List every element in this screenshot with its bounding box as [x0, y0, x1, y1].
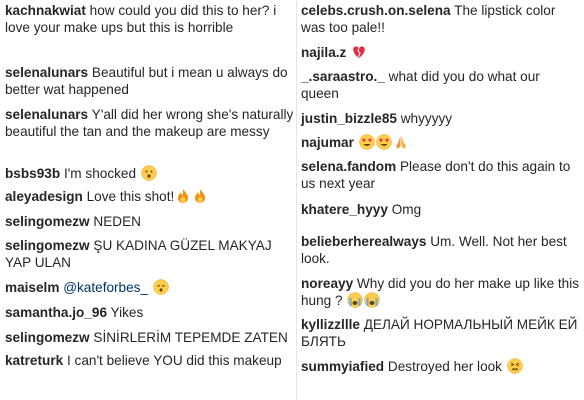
- comment-item: kachnakwiat how could you did this to he…: [5, 2, 295, 36]
- comment-username[interactable]: najumar: [301, 135, 354, 150]
- comment-item: khatere_hyyy Omg: [301, 201, 581, 218]
- comment-username[interactable]: selingomezw: [5, 330, 90, 345]
- comment-item: selingomezw NEDEN: [5, 213, 295, 230]
- comment-username[interactable]: khatere_hyyy: [301, 202, 388, 217]
- comment-item: selenalunars Y'all did her wrong she's n…: [5, 106, 295, 140]
- persevering-face-icon: [507, 358, 523, 374]
- heart-eyes-icon: [375, 134, 392, 150]
- comment-username[interactable]: kachnakwiat: [5, 3, 86, 18]
- comment-username[interactable]: kyllizzllle: [301, 317, 360, 332]
- comment-username[interactable]: celebs.crush.on.selena: [301, 3, 451, 18]
- hushed-face-icon: [141, 165, 157, 181]
- fire-icon: [192, 188, 208, 204]
- comment-mention-link[interactable]: @kateforbes_: [63, 280, 148, 295]
- comment-text: NEDEN: [93, 214, 141, 229]
- comment-username[interactable]: selingomezw: [5, 214, 90, 229]
- comment-item: selingomezw SİNİRLERİM TEPEMDE ZATEN: [5, 329, 295, 346]
- comment-text: I can't believe YOU did this makeup: [66, 353, 282, 368]
- comment-item: selingomezw ŞU KADINA GÜZEL MAKYAJ YAP U…: [5, 237, 295, 271]
- sleepy-face-icon: [153, 279, 169, 295]
- comment-item: bsbs93b I'm shocked: [5, 165, 295, 182]
- comment-item: justin_bizzle85 whyyyyy: [301, 110, 581, 127]
- comment-username[interactable]: selenalunars: [5, 107, 88, 122]
- comment-username[interactable]: maiselm: [5, 280, 59, 295]
- comment-item: summyiafied Destroyed her look: [301, 358, 581, 375]
- comment-username[interactable]: katreturk: [5, 353, 63, 368]
- crying-face-icon: [347, 292, 364, 308]
- column-divider: [296, 0, 297, 400]
- comment-username[interactable]: justin_bizzle85: [301, 111, 397, 126]
- comment-username[interactable]: _.saraastro._: [301, 69, 385, 84]
- folded-hands-icon: [393, 134, 409, 150]
- comment-item: belieberherealways Um. Well. Not her bes…: [301, 233, 581, 267]
- comment-text: Destroyed her look: [387, 359, 502, 374]
- fire-icon: [175, 188, 191, 204]
- comment-item: katreturk I can't believe YOU did this m…: [5, 352, 295, 369]
- comment-item: noreayy Why did you do her make up like …: [301, 275, 581, 309]
- comment-username[interactable]: bsbs93b: [5, 166, 60, 181]
- comment-item: aleyadesign Love this shot!: [5, 188, 295, 205]
- comment-item: najila.z: [301, 44, 581, 61]
- comment-username[interactable]: selenalunars: [5, 65, 88, 80]
- comment-text: Love this shot!: [86, 189, 175, 204]
- comment-username[interactable]: samantha.jo_96: [5, 305, 107, 320]
- comment-item: celebs.crush.on.selena The lipstick colo…: [301, 2, 581, 36]
- comment-username[interactable]: noreayy: [301, 276, 353, 291]
- comment-username[interactable]: najila.z: [301, 45, 346, 60]
- comment-username[interactable]: aleyadesign: [5, 189, 83, 204]
- comment-text: Omg: [391, 202, 422, 217]
- comment-item: selenalunars Beautiful but i mean u alwa…: [5, 64, 295, 98]
- comment-item: kyllizzllle ДЕЛАЙ НОРМАЛЬНЫЙ МЕЙК ЕЙ БЛЯ…: [301, 316, 581, 350]
- comment-item: _.saraastro._ what did you do what our q…: [301, 68, 581, 102]
- crying-face-icon: [364, 292, 381, 308]
- comment-item: najumar: [301, 134, 581, 151]
- comment-text: Yikes: [110, 305, 144, 320]
- comment-username[interactable]: selingomezw: [5, 238, 90, 253]
- comment-text: I'm shocked: [63, 166, 137, 181]
- comment-item: selena.fandom Please don't do this again…: [301, 158, 581, 192]
- comment-item: samantha.jo_96 Yikes: [5, 304, 295, 321]
- comment-username[interactable]: selena.fandom: [301, 159, 396, 174]
- comment-text: whyyyyy: [400, 111, 453, 126]
- comment-username[interactable]: belieberherealways: [301, 234, 426, 249]
- heart-eyes-icon: [358, 134, 375, 150]
- comment-item: maiselm @kateforbes_: [5, 279, 295, 296]
- comments-screenshot: kachnakwiat how could you did this to he…: [0, 0, 584, 400]
- comment-username[interactable]: summyiafied: [301, 359, 384, 374]
- comment-text: SİNİRLERİM TEPEMDE ZATEN: [93, 330, 288, 345]
- broken-heart-icon: [351, 44, 367, 60]
